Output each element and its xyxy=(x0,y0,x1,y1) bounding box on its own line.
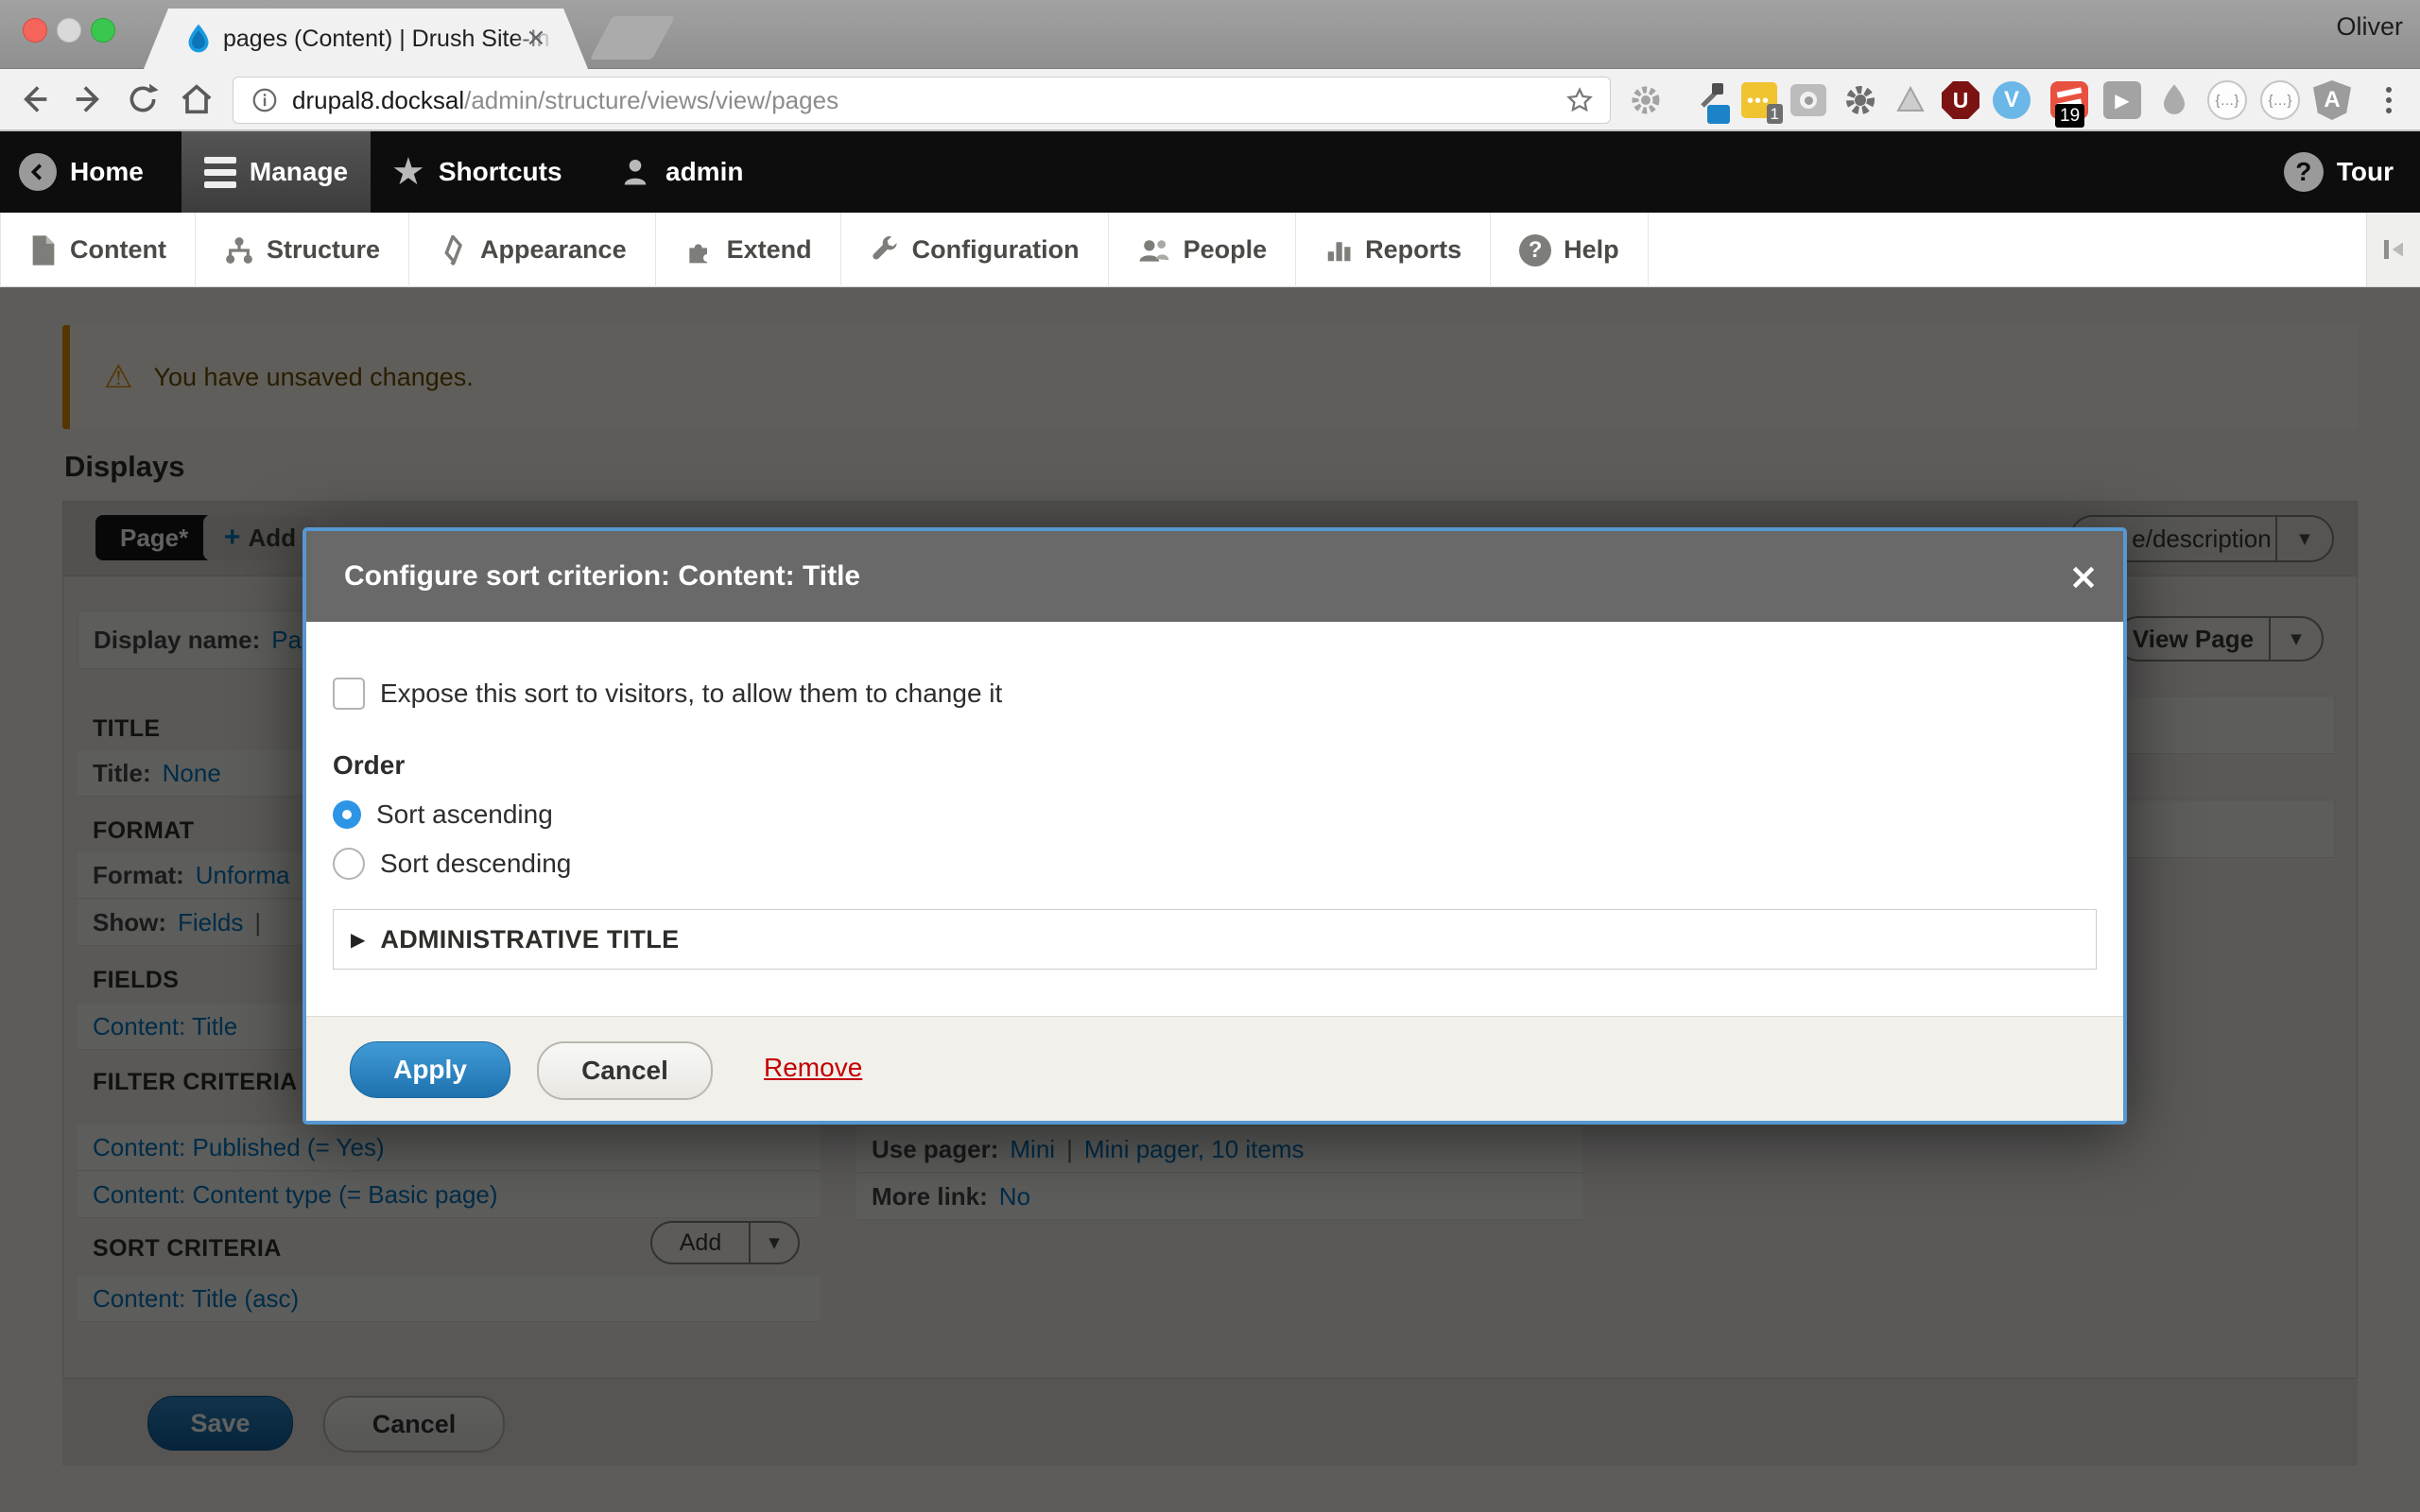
tab-close-icon[interactable]: × xyxy=(526,24,546,52)
drupal-admin-toolbar: Home Manage ★ Shortcuts admin ? Tour xyxy=(0,131,2420,213)
extension-checklist-icon[interactable]: 19 xyxy=(2049,80,2089,120)
extension-ublock-icon[interactable]: U xyxy=(1941,80,1980,120)
menu-item-structure[interactable]: Structure xyxy=(196,213,409,287)
toolbar-item-manage[interactable]: Manage xyxy=(182,131,371,213)
sort-ascending-row: Sort ascending xyxy=(333,794,553,835)
dialog-header[interactable]: Configure sort criterion: Content: Title… xyxy=(306,531,2123,622)
people-icon xyxy=(1137,235,1171,266)
sort-ascending-label[interactable]: Sort ascending xyxy=(376,799,553,830)
bar-chart-icon xyxy=(1324,236,1353,265)
extension-play-icon[interactable]: ▶ xyxy=(2102,80,2142,120)
menu-item-help[interactable]: ? Help xyxy=(1491,213,1649,287)
configure-sort-dialog: Configure sort criterion: Content: Title… xyxy=(302,527,2127,1125)
extension-v-circle-icon[interactable]: V xyxy=(1992,80,2031,120)
remove-link[interactable]: Remove xyxy=(764,1053,862,1083)
question-icon: ? xyxy=(2284,152,2324,192)
sort-ascending-radio[interactable] xyxy=(333,800,361,829)
extension-eyedropper-icon[interactable] xyxy=(1688,80,1728,120)
menu-item-reports[interactable]: Reports xyxy=(1296,213,1491,287)
drupal-favicon xyxy=(182,22,216,56)
window-titlebar: pages (Content) | Drush Site-In × Oliver xyxy=(0,0,2420,69)
collapse-icon xyxy=(2379,235,2408,264)
star-icon: ★ xyxy=(391,153,425,191)
toolbar-collapse-button[interactable] xyxy=(2366,213,2420,286)
dialog-footer: Apply Cancel Remove xyxy=(306,1016,2123,1121)
bookmark-star-icon[interactable] xyxy=(1564,85,1595,115)
menu-item-appearance[interactable]: Appearance xyxy=(409,213,656,287)
page-info-icon[interactable] xyxy=(251,86,279,114)
menu-item-content[interactable]: Content xyxy=(0,213,196,287)
browser-menu-icon[interactable] xyxy=(2369,80,2409,120)
toolbar-item-shortcuts[interactable]: ★ Shortcuts xyxy=(374,131,579,213)
screen: pages (Content) | Drush Site-In × Oliver… xyxy=(0,0,2420,1512)
apply-button[interactable]: Apply xyxy=(350,1041,510,1098)
extension-angular-icon[interactable]: A xyxy=(2312,80,2352,120)
extension-json-viewer-2-icon[interactable]: {…} xyxy=(2260,80,2300,120)
drupal-menubar: Content Structure Appearance Extend Conf… xyxy=(0,213,2420,287)
window-zoom-button[interactable] xyxy=(91,18,115,43)
url-host: drupal8.docksal xyxy=(292,86,464,115)
extension-drive-icon[interactable] xyxy=(1891,80,1930,120)
browser-tab[interactable]: pages (Content) | Drush Site-In × xyxy=(144,9,588,69)
forward-button[interactable] xyxy=(68,78,110,120)
expose-sort-checkbox[interactable] xyxy=(333,678,365,710)
extension-gear-icon[interactable] xyxy=(1626,80,1666,120)
extension-sticky-notes-icon[interactable]: ••• 1 xyxy=(1739,80,1779,120)
paintbrush-icon xyxy=(438,235,468,266)
sort-descending-label[interactable]: Sort descending xyxy=(380,849,571,879)
extension-drupal-drop-icon[interactable] xyxy=(2154,80,2194,120)
reload-button[interactable] xyxy=(122,78,164,120)
menu-item-extend[interactable]: Extend xyxy=(656,213,841,287)
help-icon: ? xyxy=(1519,234,1551,266)
sitemap-icon xyxy=(224,235,254,266)
toolbar-item-admin[interactable]: admin xyxy=(601,131,760,213)
document-icon xyxy=(29,234,58,266)
window-close-button[interactable] xyxy=(23,18,47,43)
address-bar[interactable]: drupal8.docksal /admin/structure/views/v… xyxy=(233,77,1611,124)
sort-descending-radio[interactable] xyxy=(333,848,365,880)
user-icon xyxy=(618,155,652,189)
back-button[interactable] xyxy=(13,78,55,120)
window-minimize-button[interactable] xyxy=(57,18,81,43)
expose-sort-row: Expose this sort to visitors, to allow t… xyxy=(333,673,1002,714)
extension-camera-icon[interactable] xyxy=(1789,80,1828,120)
profile-name: Oliver xyxy=(2336,12,2403,42)
menu-item-people[interactable]: People xyxy=(1109,213,1297,287)
home-button[interactable] xyxy=(176,78,217,120)
expand-arrow-icon: ▶ xyxy=(351,928,365,951)
expose-sort-label[interactable]: Expose this sort to visitors, to allow t… xyxy=(380,679,1002,709)
wrench-icon xyxy=(870,235,900,266)
menu-item-configuration[interactable]: Configuration xyxy=(841,213,1109,287)
new-tab-button[interactable] xyxy=(590,16,675,60)
back-to-site-icon xyxy=(19,153,57,191)
browser-toolbar: drupal8.docksal /admin/structure/views/v… xyxy=(0,69,2420,131)
order-label: Order xyxy=(333,750,405,781)
hamburger-icon xyxy=(204,157,236,188)
extension-json-viewer-icon[interactable]: {…} xyxy=(2207,80,2247,120)
sort-descending-row: Sort descending xyxy=(333,843,571,885)
close-icon[interactable]: × xyxy=(2068,531,2099,622)
dialog-cancel-button[interactable]: Cancel xyxy=(537,1041,713,1100)
extension-badge: 19 xyxy=(2055,104,2084,128)
extension-dark-gear-icon[interactable] xyxy=(1841,80,1880,120)
toolbar-item-tour[interactable]: ? Tour xyxy=(2267,131,2411,213)
url-path: /admin/structure/views/view/pages xyxy=(464,86,838,115)
administrative-title-fieldset[interactable]: ▶ ADMINISTRATIVE TITLE xyxy=(333,909,2097,970)
toolbar-item-home[interactable]: Home xyxy=(2,131,161,213)
puzzle-icon xyxy=(684,235,715,266)
extension-badge: 1 xyxy=(1767,104,1783,124)
dialog-title: Configure sort criterion: Content: Title xyxy=(344,560,860,593)
